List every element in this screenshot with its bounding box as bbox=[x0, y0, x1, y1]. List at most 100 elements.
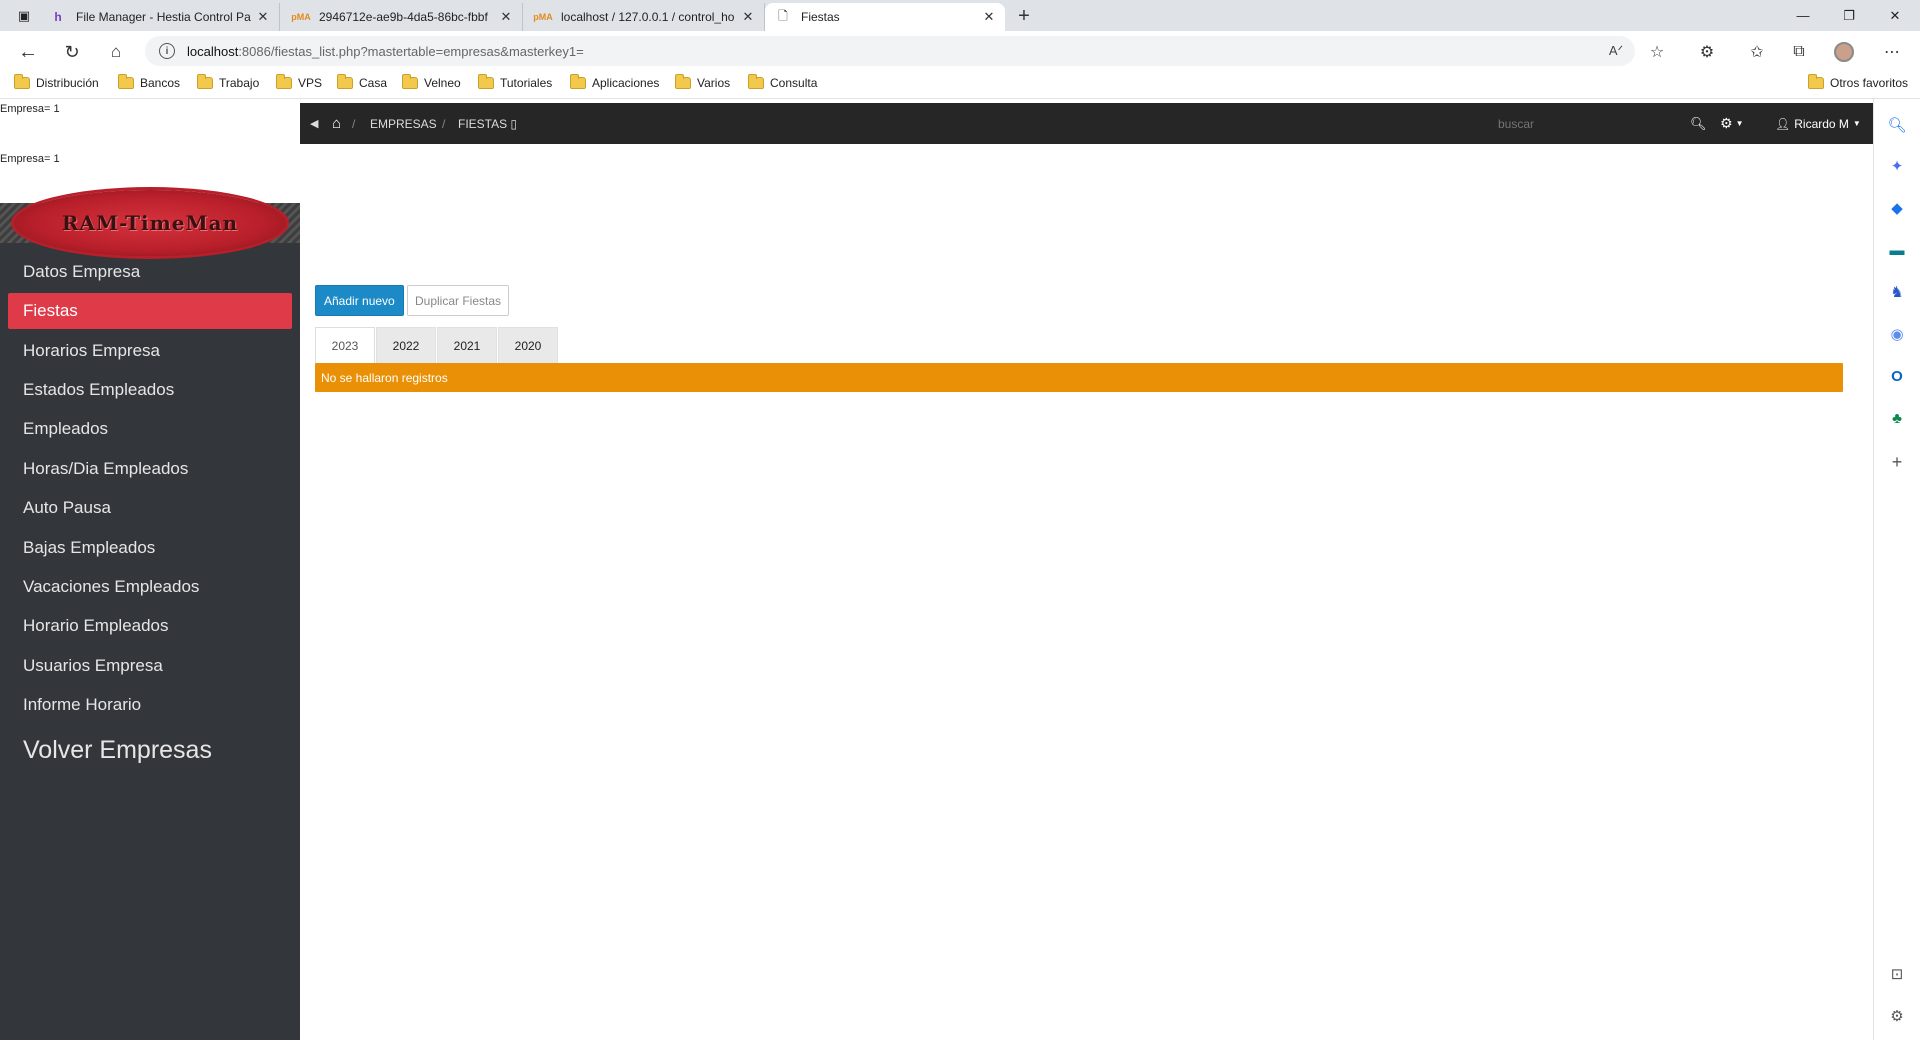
add-new-button[interactable]: Añadir nuevo bbox=[315, 285, 404, 316]
close-tab-icon[interactable]: ✕ bbox=[981, 9, 997, 25]
reload-icon[interactable]: ↻ bbox=[58, 38, 86, 66]
breadcrumb-separator: / bbox=[442, 116, 446, 131]
nav-item-vacaciones-empleados[interactable]: Vacaciones Empleados bbox=[8, 569, 292, 605]
nav-item-estados-empleados[interactable]: Estados Empleados bbox=[8, 372, 292, 408]
extensions-icon[interactable]: ⚙ bbox=[1693, 38, 1721, 66]
app-logo[interactable]: RAM-TimeMan bbox=[14, 190, 286, 256]
nav-item-horarios-empresa[interactable]: Horarios Empresa bbox=[8, 333, 292, 369]
tab-year-2020[interactable]: 2020 bbox=[498, 327, 558, 363]
tab-year-2021[interactable]: 2021 bbox=[437, 327, 497, 363]
home-icon[interactable]: ⌂ bbox=[332, 103, 341, 144]
read-aloud-icon[interactable]: Aᐟ bbox=[1605, 41, 1627, 61]
site-info-icon[interactable]: i bbox=[159, 43, 175, 59]
favorites-icon[interactable]: ✩ bbox=[1743, 38, 1771, 66]
minimize-icon[interactable]: — bbox=[1780, 0, 1826, 31]
other-favorites-folder[interactable]: Otros favoritos bbox=[1808, 74, 1909, 90]
debug-line: Empresa= 1 bbox=[0, 153, 60, 165]
restore-icon[interactable]: ❐ bbox=[1826, 0, 1872, 31]
bookmark-label: Trabajo bbox=[219, 76, 260, 90]
left-sidebar: RAM-TimeMan Datos Empresa Fiestas Horari… bbox=[0, 190, 300, 1040]
tab-title: File Manager - Hestia Control Pa bbox=[76, 10, 251, 24]
close-tab-icon[interactable]: ✕ bbox=[740, 9, 756, 25]
bookmark-label: Bancos bbox=[140, 76, 181, 90]
caret-down-icon: ▼ bbox=[1852, 119, 1861, 128]
tab-year-2023[interactable]: 2023 bbox=[315, 327, 375, 363]
bookmark-label: Varios bbox=[697, 76, 731, 90]
breadcrumb-empresas[interactable]: EMPRESAS bbox=[370, 103, 437, 144]
bookmark-label: Tutoriales bbox=[500, 76, 553, 90]
close-window-icon[interactable]: ✕ bbox=[1872, 0, 1918, 31]
favorite-star-icon[interactable]: ☆ bbox=[1643, 38, 1671, 66]
tab-year-2022[interactable]: 2022 bbox=[376, 327, 436, 363]
user-menu[interactable]: 👤︎ Ricardo M ▼ bbox=[1775, 103, 1861, 144]
no-records-alert: No se hallaron registros bbox=[315, 363, 1843, 392]
home-icon[interactable]: ⌂ bbox=[102, 38, 130, 66]
bookmark-folder[interactable]: Aplicaciones bbox=[570, 74, 659, 90]
user-name: Ricardo M bbox=[1794, 116, 1849, 131]
folder-icon bbox=[276, 74, 292, 89]
duplicate-fiestas-button[interactable]: Duplicar Fiestas bbox=[407, 285, 510, 316]
nav-item-auto-pausa[interactable]: Auto Pausa bbox=[8, 490, 292, 526]
tab-file-manager[interactable]: h File Manager - Hestia Control Pa ✕ bbox=[40, 3, 280, 31]
nav-item-horario-empleados[interactable]: Horario Empleados bbox=[8, 608, 292, 644]
tab-title: Fiestas bbox=[801, 10, 840, 24]
bookmark-folder[interactable]: Tutoriales bbox=[478, 74, 553, 90]
nav-item-datos-empresa[interactable]: Datos Empresa bbox=[8, 254, 292, 290]
folder-icon bbox=[748, 74, 764, 89]
tab-actions-icon[interactable]: ▣ bbox=[6, 0, 42, 31]
nav-item-empleados[interactable]: Empleados bbox=[8, 411, 292, 447]
collapse-arrow-icon[interactable]: ◀ bbox=[310, 103, 318, 144]
bookmark-label: Otros favoritos bbox=[1830, 76, 1909, 90]
settings-dropdown[interactable]: ⚙ ▼ bbox=[1720, 103, 1743, 144]
nav-item-usuarios-empresa[interactable]: Usuarios Empresa bbox=[8, 648, 292, 684]
bookmark-folder[interactable]: Bancos bbox=[118, 74, 181, 90]
avatar[interactable] bbox=[1830, 38, 1858, 66]
search-icon[interactable]: 🔍︎ bbox=[1886, 114, 1908, 136]
hestia-icon: h bbox=[54, 10, 62, 24]
collections-icon[interactable]: ⧉ bbox=[1785, 38, 1813, 66]
bookmark-label: Velneo bbox=[424, 76, 461, 90]
address-bar[interactable]: i localhost:8086/fiestas_list.php?master… bbox=[145, 36, 1635, 66]
bookmark-folder[interactable]: Velneo bbox=[402, 74, 461, 90]
outlook-icon[interactable]: O bbox=[1886, 365, 1908, 387]
tab-phpmyadmin-localhost[interactable]: pMA localhost / 127.0.0.1 / control_ho ✕ bbox=[525, 3, 765, 31]
user-icon: 👤︎ bbox=[1775, 116, 1791, 131]
sidebar-layout-icon[interactable]: ⊡ bbox=[1886, 963, 1908, 985]
nav-item-volver-empresas[interactable]: Volver Empresas bbox=[8, 732, 292, 768]
edge-sidebar: 🔍︎ ✦ ◆ ▬ ♞ ◉ O ♣ + ⊡ ⚙ bbox=[1873, 99, 1920, 1040]
shopping-tag-icon[interactable]: ◆ bbox=[1886, 197, 1908, 219]
settings-gear-icon[interactable]: ⚙ bbox=[1886, 1005, 1908, 1027]
nav-item-informe-horario[interactable]: Informe Horario bbox=[8, 687, 292, 723]
nav-item-bajas-empleados[interactable]: Bajas Empleados bbox=[8, 530, 292, 566]
search-icon[interactable]: 🔍︎ bbox=[1690, 103, 1707, 144]
close-tab-icon[interactable]: ✕ bbox=[255, 9, 271, 25]
tools-icon[interactable]: ▬ bbox=[1886, 239, 1908, 261]
games-icon[interactable]: ♞ bbox=[1886, 281, 1908, 303]
tree-icon[interactable]: ♣ bbox=[1886, 407, 1908, 429]
folder-icon bbox=[402, 74, 418, 89]
bookmark-folder[interactable]: Varios bbox=[675, 74, 731, 90]
tab-strip: ▣ h File Manager - Hestia Control Pa ✕ p… bbox=[0, 0, 1920, 31]
bookmark-folder[interactable]: Casa bbox=[337, 74, 387, 90]
add-icon[interactable]: + bbox=[1886, 451, 1908, 473]
more-menu-icon[interactable]: ⋯ bbox=[1878, 38, 1906, 66]
bookmark-folder[interactable]: Trabajo bbox=[197, 74, 260, 90]
nav-item-horas-dia-empleados[interactable]: Horas/Dia Empleados bbox=[8, 451, 292, 487]
folder-icon bbox=[118, 74, 134, 89]
bookmark-label: Consulta bbox=[770, 76, 818, 90]
search-input[interactable] bbox=[1490, 112, 1685, 136]
bookmark-folder[interactable]: Distribución bbox=[14, 74, 99, 90]
browser-window: ▣ h File Manager - Hestia Control Pa ✕ p… bbox=[0, 0, 1920, 1040]
browser-toolbar: ← ↻ ⌂ i localhost:8086/fiestas_list.php?… bbox=[0, 31, 1920, 71]
copilot-icon[interactable]: ✦ bbox=[1886, 155, 1908, 177]
bookmark-folder[interactable]: Consulta bbox=[748, 74, 818, 90]
tab-fiestas[interactable]: 🗋 Fiestas ✕ bbox=[765, 3, 1005, 31]
back-icon[interactable]: ← bbox=[14, 38, 42, 66]
tab-phpmyadmin-uuid[interactable]: pMA 2946712e-ae9b-4da5-86bc-fbbf ✕ bbox=[283, 3, 523, 31]
caret-down-icon: ▼ bbox=[1735, 119, 1744, 128]
nav-item-fiestas[interactable]: Fiestas bbox=[8, 293, 292, 329]
bookmark-folder[interactable]: VPS bbox=[276, 74, 322, 90]
microsoft-365-icon[interactable]: ◉ bbox=[1886, 323, 1908, 345]
close-tab-icon[interactable]: ✕ bbox=[498, 9, 514, 25]
new-tab-button[interactable]: + bbox=[1010, 3, 1038, 29]
